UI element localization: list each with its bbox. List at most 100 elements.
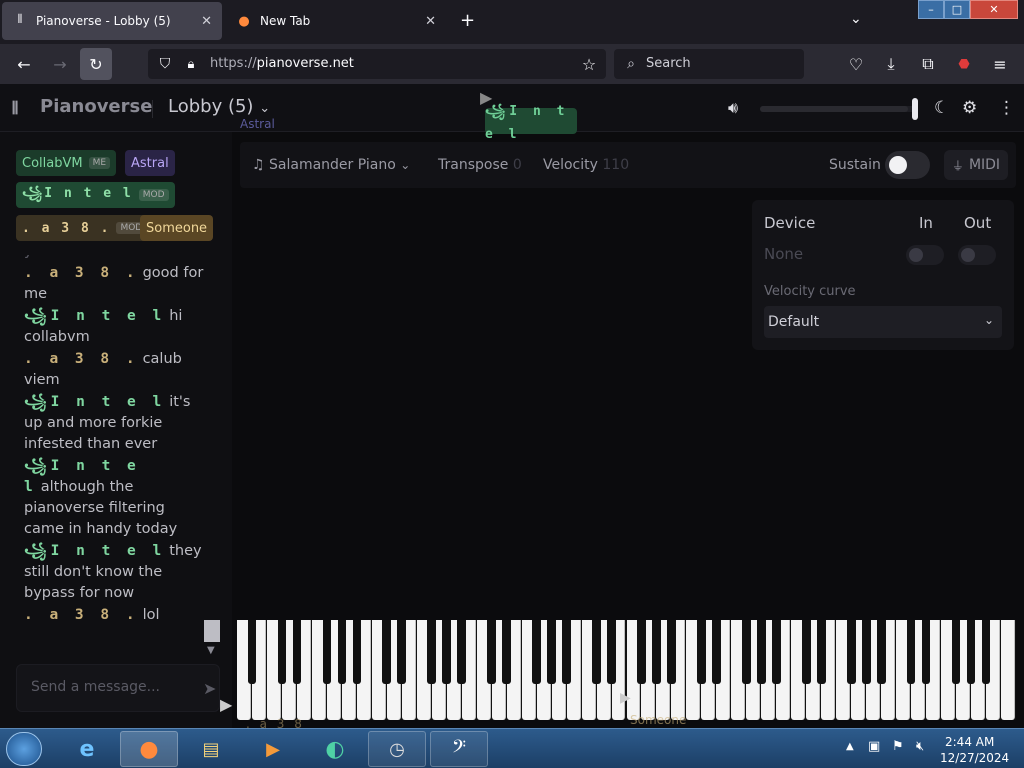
file-explorer-icon[interactable]: ▤ [182, 731, 240, 767]
back-icon[interactable]: ← [13, 53, 35, 75]
midi-out-toggle[interactable] [958, 245, 996, 265]
clock-time[interactable]: 2:44 AM [945, 735, 994, 749]
media-player-icon[interactable]: ▶ [244, 731, 302, 767]
black-key[interactable] [562, 620, 571, 684]
black-key[interactable] [427, 620, 437, 684]
chat-scrollbar-thumb[interactable] [204, 620, 220, 642]
black-key[interactable] [966, 620, 976, 684]
list-all-tabs-icon[interactable]: ⌄ [850, 11, 862, 27]
black-key[interactable] [292, 620, 302, 684]
internet-explorer-icon[interactable]: e [58, 731, 116, 767]
scroll-down-icon[interactable]: ▼ [207, 645, 215, 656]
black-key[interactable] [906, 620, 916, 684]
black-key[interactable] [487, 620, 497, 684]
extensions-icon[interactable]: ⧉ [917, 53, 939, 75]
forward-icon[interactable]: → [49, 53, 71, 75]
user-badge[interactable]: Someone [140, 215, 214, 241]
chat-author[interactable]: . a 3 8 . [24, 265, 139, 281]
velocity-curve-select[interactable]: Default ⌄ [764, 306, 1002, 338]
black-key[interactable] [532, 620, 541, 684]
black-key[interactable] [352, 620, 362, 684]
close-tab-icon[interactable]: ✕ [425, 14, 436, 29]
tab-new-tab[interactable]: ● New Tab ✕ [226, 2, 446, 40]
black-key[interactable] [771, 620, 781, 684]
black-key[interactable] [667, 620, 676, 684]
chat-author[interactable]: ꧁I n t e l [24, 308, 165, 324]
user-badge[interactable]: ꧁I n t e l MOD [16, 182, 175, 208]
black-key[interactable] [861, 620, 871, 684]
black-key[interactable] [756, 620, 766, 684]
bookmark-star-icon[interactable]: ☆ [578, 53, 600, 75]
ublock-icon[interactable]: ⬣ [953, 53, 975, 75]
chat-author[interactable]: ꧁I n t e l [24, 543, 165, 559]
maximize-button[interactable]: □ [944, 0, 970, 19]
black-key[interactable] [247, 620, 257, 684]
black-key[interactable] [442, 620, 452, 684]
chat-author[interactable]: . a 3 8 . [24, 351, 139, 367]
black-key[interactable] [981, 620, 991, 684]
message-input[interactable] [31, 679, 181, 695]
black-key[interactable] [457, 620, 467, 684]
white-key[interactable] [1001, 620, 1015, 720]
dark-mode-icon[interactable]: ☾ [934, 98, 949, 118]
close-tab-icon[interactable]: ✕ [201, 14, 212, 29]
url-bar[interactable]: ⛉ 🔒︎ https://pianoverse.net ☆ [148, 49, 606, 79]
downloads-icon[interactable]: ⤓ [880, 53, 902, 75]
user-badge[interactable]: CollabVM ME [16, 150, 117, 176]
new-tab-button[interactable]: + [460, 10, 475, 31]
black-key[interactable] [921, 620, 931, 684]
black-key[interactable] [652, 620, 661, 684]
user-badge[interactable]: Astral [125, 150, 175, 176]
black-key[interactable] [277, 620, 287, 684]
show-hidden-icons-icon[interactable]: ▲ [846, 741, 854, 752]
start-button[interactable] [6, 732, 42, 766]
lock-icon[interactable]: 🔒︎ [180, 53, 202, 75]
velocity-control[interactable]: Velocity 110 [543, 157, 629, 173]
menu-icon[interactable]: ≡ [989, 53, 1011, 75]
black-key[interactable] [592, 620, 601, 684]
pocket-icon[interactable]: ♡ [845, 53, 867, 75]
url-text[interactable]: https://pianoverse.net [210, 56, 354, 71]
midi-in-toggle[interactable] [906, 245, 944, 265]
black-key[interactable] [547, 620, 556, 684]
chat-author[interactable]: ꧁I n t e l [24, 394, 165, 410]
send-icon[interactable]: ➤ [203, 679, 216, 698]
minimize-button[interactable]: – [918, 0, 944, 19]
close-window-button[interactable]: ✕ [970, 0, 1018, 19]
tab-pianoverse[interactable]: 𝍪 Pianoverse - Lobby (5) ✕ [2, 2, 222, 40]
clock-date[interactable]: 12/27/2024 [940, 751, 1009, 765]
shield-icon[interactable]: ⛉ [154, 53, 176, 75]
firefox-taskbar-icon[interactable]: ● [120, 731, 178, 767]
volume-icon[interactable]: 🔊︎ [728, 98, 738, 118]
black-key[interactable] [951, 620, 961, 684]
room-selector[interactable]: Lobby (5) ⌄ [168, 96, 270, 117]
reload-icon[interactable]: ↻ [80, 48, 112, 80]
instrument-selector[interactable]: ♫ Salamander Piano ⌄ [252, 157, 410, 173]
black-key[interactable] [322, 620, 332, 684]
transpose-control[interactable]: Transpose 0 [438, 157, 522, 173]
user-badge[interactable]: . a 3 8 . MOD [16, 215, 153, 241]
black-key[interactable] [846, 620, 856, 684]
chat-author[interactable]: . a 3 8 . [24, 607, 139, 623]
black-key[interactable] [637, 620, 646, 684]
black-key[interactable] [876, 620, 886, 684]
message-composer[interactable]: ➤ [16, 664, 220, 712]
black-key[interactable] [397, 620, 407, 684]
volume-muted-icon[interactable]: 🔇︎ [916, 739, 924, 754]
black-key[interactable] [816, 620, 826, 684]
black-key[interactable] [607, 620, 616, 684]
sustain-toggle[interactable] [885, 151, 930, 179]
black-key[interactable] [502, 620, 511, 684]
volume-slider-handle[interactable] [912, 98, 918, 120]
black-key[interactable] [337, 620, 347, 684]
black-key[interactable] [382, 620, 392, 684]
bass-clef-app-icon[interactable]: 𝄢 [430, 731, 488, 767]
black-key[interactable] [697, 620, 706, 684]
volume-slider[interactable] [760, 106, 916, 112]
black-key[interactable] [712, 620, 721, 684]
search-bar[interactable]: ⌕ Search [614, 49, 804, 79]
black-key[interactable] [801, 620, 811, 684]
app-icon[interactable]: ◐ [306, 731, 364, 767]
clock-app-icon[interactable]: ◷ [368, 731, 426, 767]
network-icon[interactable]: ▣ [868, 739, 880, 754]
